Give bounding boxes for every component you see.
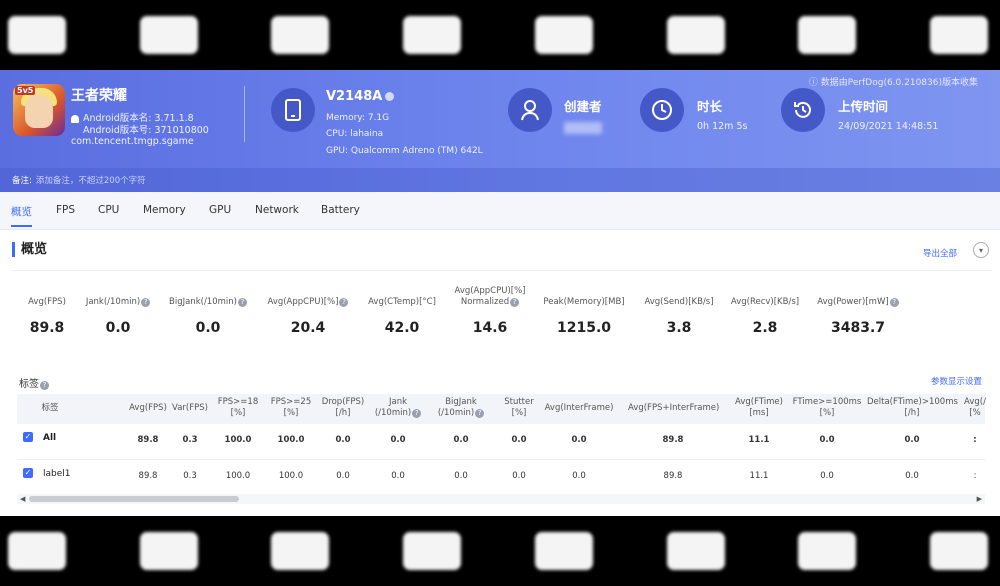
sprocket-hole (535, 16, 593, 54)
android-code: Android版本号: 371010800 (83, 125, 209, 136)
device-gpu: GPU: Qualcomm Adreno (TM) 642L (326, 146, 483, 156)
device-info-icon[interactable] (385, 92, 395, 101)
row-label: All (43, 433, 57, 443)
remark-label: 备注: (12, 176, 32, 186)
report-header: ⓘ 数据由PerfDog(6.0.210836)版本收集 5v5 王者荣耀 An… (0, 70, 1000, 192)
creator-value-blurred (564, 122, 602, 134)
upload-value: 24/09/2021 14:48:51 (838, 121, 939, 132)
collapse-chevron-icon[interactable]: ▾ (973, 242, 989, 258)
app-name: 王者荣耀 (71, 88, 127, 104)
tab-bar: 概览 FPS CPU Memory GPU Network Battery (0, 192, 1000, 230)
sprocket-hole (930, 16, 988, 54)
column-header[interactable]: FTime>=100ms [%] (782, 397, 872, 419)
sprocket-hole (930, 532, 988, 570)
help-icon[interactable]: ? (40, 381, 49, 390)
sprocket-hole (667, 532, 725, 570)
sprocket-hole (140, 16, 198, 54)
metric-value: 0.0 (105, 320, 131, 336)
perfdog-report: ⓘ 数据由PerfDog(6.0.210836)版本收集 5v5 王者荣耀 An… (0, 70, 1000, 516)
row-checkbox[interactable]: ✓ (23, 468, 33, 478)
table-row[interactable]: ✓ label1 89.8 0.3 100.0 100.0 0.0 0.0 0.0 0.0 0.0 8… (17, 460, 985, 496)
device-name: V2148A (326, 89, 395, 104)
scrollbar-thumb[interactable] (29, 496, 239, 502)
table-cell: 0.0 (819, 435, 835, 445)
clock-icon (640, 88, 684, 132)
table-cell: 0.0 (820, 471, 834, 481)
sprocket-hole (140, 532, 198, 570)
creator-label: 创建者 (564, 99, 602, 114)
overview-divider (12, 270, 992, 271)
row-label: label1 (43, 469, 71, 479)
column-header[interactable]: Avg(InterFrame) (534, 403, 624, 414)
column-header[interactable]: Avg(/[% (930, 397, 1000, 419)
metric-value: 3483.7 (830, 320, 886, 336)
metric-value: 2.8 (752, 320, 778, 336)
metric-value: 42.0 (384, 320, 420, 336)
sprocket-hole (798, 532, 856, 570)
sprocket-hole (667, 16, 725, 54)
column-header[interactable]: Avg(FPS+InterFrame) (628, 403, 719, 414)
horizontal-scrollbar[interactable]: ◀ ▶ (17, 494, 985, 504)
info-icon: ⓘ (808, 78, 818, 88)
upload-label: 上传时间 (838, 99, 889, 114)
table-cell: 0.0 (571, 435, 587, 445)
film-strip-bottom (0, 516, 1000, 586)
metric-label: Avg(Power)[mW]? (798, 297, 918, 308)
row-checkbox[interactable]: ✓ (23, 432, 33, 442)
metric-value: 1215.0 (556, 320, 612, 336)
header-divider (244, 86, 245, 142)
tab-overview[interactable]: 概览 (11, 204, 32, 227)
remark-bar[interactable]: 备注: 添加备注，不超过200个字符 (0, 168, 1000, 192)
help-icon[interactable]: ? (889, 298, 899, 307)
overview-title: 概览 (12, 242, 47, 257)
duration-label: 时长 (697, 99, 723, 114)
column-header[interactable]: 标签 (5, 403, 95, 414)
help-icon[interactable]: ? (510, 298, 520, 307)
user-icon (508, 88, 552, 132)
labels-table-header: 标签 Avg(FPS) Var(FPS) FPS>=18 [%] FPS>=25 [%] Dr… (17, 394, 986, 424)
film-strip-top (0, 0, 1000, 70)
tab-memory[interactable]: Memory (143, 204, 186, 216)
device-cpu: CPU: lahaina (326, 129, 384, 139)
app-icon: 5v5 (13, 84, 65, 136)
tab-fps[interactable]: FPS (56, 204, 75, 216)
tab-network[interactable]: Network (255, 204, 299, 216)
remark-placeholder[interactable]: 添加备注，不超过200个字符 (36, 176, 146, 186)
android-icon (71, 114, 79, 123)
table-cell: 0.0 (572, 471, 586, 481)
metric-value: 0.0 (195, 320, 221, 336)
sprocket-hole (8, 532, 66, 570)
table-cell: 89.8 (663, 471, 683, 481)
tab-battery[interactable]: Battery (321, 204, 360, 216)
sprocket-hole (271, 16, 329, 54)
metric-value: 3.8 (666, 320, 692, 336)
scroll-left-icon[interactable]: ◀ (20, 494, 25, 504)
sprocket-hole (798, 16, 856, 54)
sprocket-hole (535, 532, 593, 570)
tab-cpu[interactable]: CPU (98, 204, 119, 216)
device-memory: Memory: 7.1G (326, 113, 390, 123)
phone-icon (271, 88, 315, 132)
metric-value: 20.4 (290, 320, 326, 336)
sprocket-hole (8, 16, 66, 54)
tab-gpu[interactable]: GPU (209, 204, 231, 216)
table-cell: 89.8 (662, 435, 684, 445)
sprocket-hole (403, 16, 461, 54)
table-cell: : (973, 435, 977, 445)
duration-value: 0h 12m 5s (697, 121, 748, 132)
param-settings-link[interactable]: 参数显示设置 (931, 375, 982, 387)
table-row[interactable]: ✓ All 89.8 0.3 100.0 100.0 0.0 0.0 0.0 0.0 0.0 89.8… (17, 424, 985, 460)
source-note: ⓘ 数据由PerfDog(6.0.210836)版本收集 (808, 78, 978, 88)
help-icon[interactable]: ? (237, 298, 247, 307)
package-name: com.tencent.tmgp.sgame (71, 136, 194, 147)
sprocket-hole (403, 532, 461, 570)
sprocket-hole (271, 532, 329, 570)
app-icon-tag: 5v5 (15, 86, 36, 95)
export-all-link[interactable]: 导出全部 (923, 247, 957, 259)
metric-value: 14.6 (472, 320, 508, 336)
scroll-right-icon[interactable]: ▶ (977, 494, 982, 504)
labels-title: 标签? (19, 375, 49, 390)
table-cell: : (973, 471, 977, 481)
history-icon (781, 88, 825, 132)
